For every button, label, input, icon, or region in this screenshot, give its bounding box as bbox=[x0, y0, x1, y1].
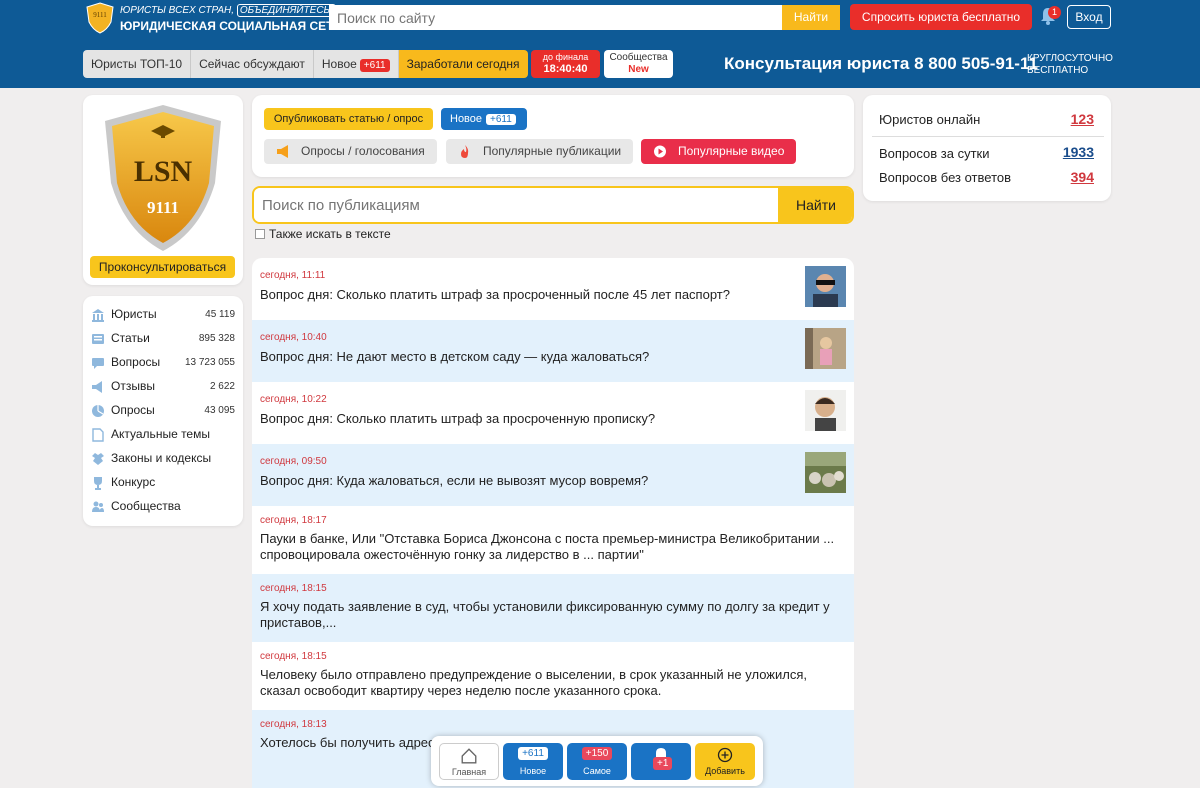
sidebar-item-articles[interactable]: Статьи 895 328 bbox=[83, 328, 243, 352]
list-item[interactable]: сегодня, 18:15 Человеку было отправлено … bbox=[252, 642, 854, 710]
list-item[interactable]: сегодня, 18:15 Я хочу подать заявление в… bbox=[252, 574, 854, 642]
play-icon bbox=[654, 145, 666, 158]
list-item[interactable]: сегодня, 10:40 Вопрос дня: Не дают место… bbox=[252, 320, 854, 382]
new-publications-button[interactable]: Новое +611 bbox=[441, 108, 527, 130]
eagle-icon bbox=[92, 453, 104, 465]
list-item[interactable]: сегодня, 09:50 Вопрос дня: Куда жаловать… bbox=[252, 444, 854, 506]
final-countdown[interactable]: до финала 18:40:40 bbox=[531, 50, 600, 78]
megaphone-icon bbox=[277, 145, 288, 158]
publications-search-input[interactable] bbox=[254, 188, 778, 222]
list-item[interactable]: сегодня, 18:17 Пауки в банке, Или "Отста… bbox=[252, 506, 854, 574]
tab-discussing-now[interactable]: Сейчас обсуждают bbox=[191, 50, 314, 78]
sidebar-item-topics[interactable]: Актуальные темы bbox=[83, 424, 243, 448]
publications-toolbar: Опубликовать статью / опрос Новое +611 Оп… bbox=[252, 95, 854, 177]
tab-new[interactable]: Новое +611 bbox=[313, 50, 399, 78]
tab-earned-today[interactable]: Заработали сегодня bbox=[398, 50, 528, 78]
consultation-phone[interactable]: Консультация юриста 8 800 505-91-11 bbox=[724, 54, 1038, 74]
notifications-count-pill: +1 bbox=[653, 757, 673, 770]
left-menu: Юристы 45 119 Статьи 895 328 Вопросы 13 723… bbox=[83, 296, 243, 526]
top-count-pill: +150 bbox=[581, 747, 613, 760]
logo-number-text: 9111 bbox=[147, 198, 179, 217]
document-icon bbox=[92, 428, 104, 442]
megaphone-icon bbox=[92, 381, 102, 393]
phone-availability: КРУГЛОСУТОЧНО БЕСПЛАТНО bbox=[1027, 53, 1113, 76]
publications-feed: сегодня, 11:11 Вопрос дня: Сколько плати… bbox=[252, 258, 854, 788]
publications-search-button[interactable]: Найти bbox=[778, 188, 852, 222]
lsn-shield-logo[interactable]: LSN 9111 bbox=[101, 103, 225, 253]
home-button[interactable]: Главная bbox=[439, 743, 499, 780]
stat-label-unanswered: Вопросов без ответов bbox=[879, 170, 1012, 185]
users-icon bbox=[92, 501, 104, 512]
nav-tabs: Юристы ТОП-10 Сейчас обсуждают Новое +611… bbox=[83, 50, 528, 78]
consult-button[interactable]: Проконсультироваться bbox=[90, 256, 235, 278]
also-search-text-option[interactable]: Также искать в тексте bbox=[255, 227, 391, 241]
building-icon bbox=[92, 309, 104, 322]
stat-value-unanswered[interactable]: 394 bbox=[1071, 169, 1094, 185]
post-thumbnail[interactable] bbox=[805, 266, 846, 307]
site-search-input[interactable] bbox=[329, 5, 782, 30]
new-count-pill: +611 bbox=[518, 747, 548, 760]
bottom-action-bar: Главная +611 Новое +150 Самое +1 Добавит… bbox=[431, 736, 763, 786]
post-thumbnail[interactable] bbox=[805, 452, 846, 493]
logo-lsn-text: LSN bbox=[134, 155, 193, 188]
sidebar-item-lawyers[interactable]: Юристы 45 119 bbox=[83, 304, 243, 328]
publications-search: Найти bbox=[252, 186, 854, 224]
sidebar-item-contest[interactable]: Конкурс bbox=[83, 472, 243, 496]
also-search-checkbox[interactable] bbox=[255, 229, 265, 239]
popular-publications-button[interactable]: Популярные публикации bbox=[446, 139, 633, 164]
logo-small-text: 9111 bbox=[93, 11, 107, 19]
tab-top-10[interactable]: Юристы ТОП-10 bbox=[83, 50, 192, 78]
notifications-button[interactable]: +1 bbox=[631, 743, 691, 780]
plus-circle-icon bbox=[717, 747, 733, 763]
ask-lawyer-button[interactable]: Спросить юриста бесплатно bbox=[850, 4, 1032, 30]
popular-videos-button[interactable]: Популярные видео bbox=[641, 139, 796, 164]
sidebar-item-reviews[interactable]: Отзывы 2 622 bbox=[83, 376, 243, 400]
stats-divider bbox=[872, 136, 1104, 137]
sidebar-item-communities[interactable]: Сообщества bbox=[83, 496, 243, 520]
slogan: ЮРИСТЫ ВСЕХ СТРАН, ОБЪЕДИНЯЙТЕСЬ! bbox=[120, 4, 336, 17]
login-button[interactable]: Вход bbox=[1067, 5, 1111, 29]
fire-icon bbox=[461, 145, 469, 158]
logo-shield-icon[interactable]: 9111 bbox=[86, 2, 114, 34]
communities-new-badge: New bbox=[628, 64, 649, 75]
top-button[interactable]: +150 Самое bbox=[567, 743, 627, 780]
publish-article-button[interactable]: Опубликовать статью / опрос bbox=[264, 108, 433, 130]
home-icon bbox=[461, 748, 477, 764]
stat-value-questions-day[interactable]: 1933 bbox=[1063, 144, 1094, 160]
new-publications-count: +611 bbox=[486, 114, 516, 125]
site-stats: Юристов онлайн 123 Вопросов за сутки 193… bbox=[863, 95, 1111, 201]
add-button[interactable]: Добавить bbox=[695, 743, 755, 780]
stat-label-lawyers-online: Юристов онлайн bbox=[879, 112, 981, 127]
pie-chart-icon bbox=[92, 405, 104, 417]
site-search-button[interactable]: Найти bbox=[782, 5, 840, 30]
trophy-icon bbox=[94, 477, 102, 490]
site-name[interactable]: ЮРИДИЧЕСКАЯ СОЦИАЛЬНАЯ СЕТЬ bbox=[120, 19, 342, 33]
list-item[interactable]: сегодня, 10:22 Вопрос дня: Сколько плати… bbox=[252, 382, 854, 444]
sidebar-item-questions[interactable]: Вопросы 13 723 055 bbox=[83, 352, 243, 376]
new-button[interactable]: +611 Новое bbox=[503, 743, 563, 780]
sidebar-item-polls[interactable]: Опросы 43 095 bbox=[83, 400, 243, 424]
logo-card: LSN 9111 Проконсультироваться bbox=[83, 95, 243, 285]
stat-label-questions-day: Вопросов за сутки bbox=[879, 146, 990, 161]
articles-icon bbox=[92, 334, 104, 344]
sidebar-item-laws[interactable]: Законы и кодексы bbox=[83, 448, 243, 472]
list-item[interactable]: сегодня, 11:11 Вопрос дня: Сколько плати… bbox=[252, 258, 854, 320]
new-count-badge: +611 bbox=[359, 59, 390, 72]
top-header: 9111 ЮРИСТЫ ВСЕХ СТРАН, ОБЪЕДИНЯЙТЕСЬ! Ю… bbox=[0, 0, 1200, 88]
communities-button[interactable]: Сообщества New bbox=[604, 50, 673, 78]
countdown-timer: 18:40:40 bbox=[543, 63, 588, 75]
polls-button[interactable]: Опросы / голосования bbox=[264, 139, 437, 164]
post-thumbnail[interactable] bbox=[805, 328, 846, 369]
stat-value-lawyers-online[interactable]: 123 bbox=[1071, 111, 1094, 127]
notifications-badge: 1 bbox=[1048, 6, 1061, 19]
post-thumbnail[interactable] bbox=[805, 390, 846, 431]
chat-icon bbox=[92, 358, 104, 369]
